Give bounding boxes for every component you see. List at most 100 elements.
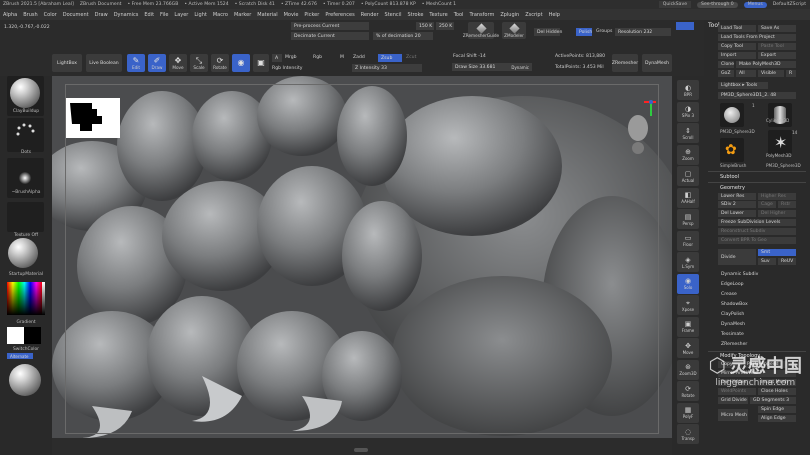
zadd-button[interactable]: Zadd [353, 55, 365, 60]
view-persp-button[interactable]: ▤ Persp [677, 209, 699, 229]
view-frame-button[interactable]: ▣ Frame [677, 316, 699, 337]
material-selector[interactable] [8, 238, 38, 268]
rgb-button[interactable]: Rgb [313, 55, 322, 60]
freeze-subdivision-button[interactable]: Freeze SubDivision Levels [718, 219, 796, 226]
r-button[interactable]: R [786, 70, 796, 77]
load-tool-button[interactable]: Load Tool [718, 25, 756, 32]
resolution-slider[interactable]: Resolution 232 [615, 28, 671, 36]
view-spix-3-button[interactable]: ◑ SPix 3 [677, 101, 699, 122]
rotate-button[interactable]: ⟳ Rotate [211, 54, 229, 72]
groups-toggle[interactable]: Groups [596, 29, 612, 34]
view-bpr-button[interactable]: ◐ BPR [677, 80, 699, 100]
preset-250k-button[interactable]: 250 K [436, 22, 454, 30]
see-through-slider[interactable]: See-through 0 [697, 1, 738, 8]
menu-edit[interactable]: Edit [144, 12, 154, 18]
save-as-button[interactable]: Save As [758, 25, 796, 32]
menu-stencil[interactable]: Stencil [385, 12, 402, 18]
z-intensity-slider[interactable]: Z Intensity 33 [352, 64, 422, 72]
shelf-blue-toggle[interactable] [676, 22, 694, 30]
menu-zplugin[interactable]: Zplugin [500, 12, 519, 18]
reconstruct-subdiv-button[interactable]: Reconstruct Subdiv [718, 228, 796, 235]
geometry-claypolish[interactable]: ClayPolish [718, 311, 796, 318]
geometry-dynamic-subdiv[interactable]: Dynamic Subdiv [718, 271, 796, 278]
zremesher-guide-button[interactable]: ZRemesherGuide [463, 22, 499, 39]
current-tool-slider[interactable]: PM3D_Sphere3D1_2. 48 [718, 92, 796, 99]
view-rotate-button[interactable]: ⟳ Rotate [677, 381, 699, 401]
view-l-sym-button[interactable]: ◈ L.Sym [677, 252, 699, 272]
suv-toggle[interactable]: Suv [758, 258, 776, 265]
menu-stroke[interactable]: Stroke [407, 12, 423, 18]
preprocess-current-button[interactable]: Pre-process Current [291, 22, 369, 30]
menu-layer[interactable]: Layer [174, 12, 188, 18]
view-xpose-button[interactable]: ⌖ Xpose [677, 295, 699, 315]
alternate-toggle[interactable]: Alternate [7, 353, 33, 359]
zsub-button[interactable]: Zsub [378, 54, 402, 62]
menu-transform[interactable]: Transform [469, 12, 494, 18]
quicksave-button[interactable]: QuickSave [658, 1, 692, 8]
sdiv-slider[interactable]: SDiv 2 [718, 201, 756, 208]
menu-document[interactable]: Document [63, 12, 89, 18]
menu-movie[interactable]: Movie [284, 12, 299, 18]
focal-shift-slider[interactable]: Focal Shift -14 [453, 54, 486, 59]
load-tools-from-project-button[interactable]: Load Tools From Project [718, 34, 796, 41]
menu-macro[interactable]: Macro [213, 12, 228, 18]
lightbox-button[interactable]: LightBox [52, 54, 82, 72]
menu-render[interactable]: Render [361, 12, 379, 18]
view-scroll-button[interactable]: ⇕ Scroll [677, 123, 699, 143]
tool-tile-cylinder[interactable] [768, 103, 792, 127]
rgb-intensity-slider[interactable]: Rgb Intensity [272, 66, 302, 71]
draw-button[interactable]: ✐ Draw [148, 54, 166, 72]
view-zoom-button[interactable]: ⊕ Zoom [677, 144, 699, 165]
menu-draw[interactable]: Draw [95, 12, 108, 18]
draw-size-slider[interactable]: Draw Size 33.681 Dynamic [452, 63, 532, 71]
menu-picker[interactable]: Picker [304, 12, 319, 18]
menu-alpha[interactable]: Alpha [3, 12, 17, 18]
color-value-strip[interactable] [42, 282, 45, 315]
stroke-selector[interactable] [7, 118, 44, 152]
texture-selector[interactable] [7, 202, 44, 232]
sculpt-mode-button[interactable]: ◉ [232, 54, 250, 72]
geometry-shadowbox[interactable]: ShadowBox [718, 301, 796, 308]
polish-button[interactable]: Polish [576, 28, 592, 36]
color-picker[interactable] [7, 282, 45, 315]
divide-button[interactable]: Divide [718, 249, 756, 265]
goz-button[interactable]: GoZ [718, 70, 734, 77]
reuv-toggle[interactable]: ReUV [778, 258, 796, 265]
spin-edge-button[interactable]: Spin Edge [758, 406, 796, 413]
scale-button[interactable]: ⤡ Scale [190, 54, 208, 72]
weld-points-button[interactable]: WeldPoints [718, 388, 756, 395]
gradient-label[interactable]: Gradient [0, 320, 52, 325]
zcut-button[interactable]: Zcut [406, 55, 416, 60]
switch-color-button[interactable]: SwitchColor [0, 347, 52, 352]
color-mode-button[interactable]: ▣ [253, 54, 269, 72]
decimate-current-button[interactable]: Decimate Current [291, 32, 369, 40]
canvas-viewport[interactable] [52, 76, 672, 438]
menu-help[interactable]: Help [549, 12, 560, 18]
align-edge-button[interactable]: Align Edge [758, 415, 796, 422]
geometry-tessimate[interactable]: Tessimate [718, 331, 796, 338]
view-zoom3d-button[interactable]: ⊛ Zoom3D [677, 359, 699, 380]
geometry-section[interactable]: Geometry [720, 185, 745, 191]
view-aahalf-button[interactable]: ◧ AAHalf [677, 187, 699, 208]
view-polyf-button[interactable]: ▦ PolyF [677, 402, 699, 423]
import-button[interactable]: Import [718, 52, 756, 59]
micro-mesh-button[interactable]: Micro Mesh [718, 409, 748, 421]
higher-res-button[interactable]: Higher Res [758, 193, 796, 200]
lightbox-tools-button[interactable]: Lightbox ▸ Tools [718, 82, 768, 89]
geometry-crease[interactable]: Crease [718, 291, 796, 298]
m-button[interactable]: M [340, 55, 344, 60]
grid-divide-button[interactable]: Grid Divide [718, 397, 748, 404]
del-higher-button[interactable]: Del Higher [758, 210, 796, 217]
default-zscript[interactable]: DefaultZScript [773, 2, 806, 7]
clone-button[interactable]: Clone [718, 61, 734, 68]
edit-button[interactable]: ✎ Edit [127, 54, 145, 72]
visible-button[interactable]: Visible [758, 70, 784, 77]
close-holes-button[interactable]: Close Holes [758, 388, 796, 395]
view-solo-button[interactable]: ◉ Solo [677, 273, 699, 294]
lower-res-button[interactable]: Lower Res [718, 193, 756, 200]
make-polymesh-button[interactable]: Make PolyMesh3D [736, 61, 796, 68]
geometry-zremesher[interactable]: ZRemesher [718, 341, 796, 348]
menu-zscript[interactable]: Zscript [525, 12, 542, 18]
cage-button[interactable]: Cage [758, 201, 776, 208]
move-button[interactable]: ✥ Move [169, 54, 187, 72]
